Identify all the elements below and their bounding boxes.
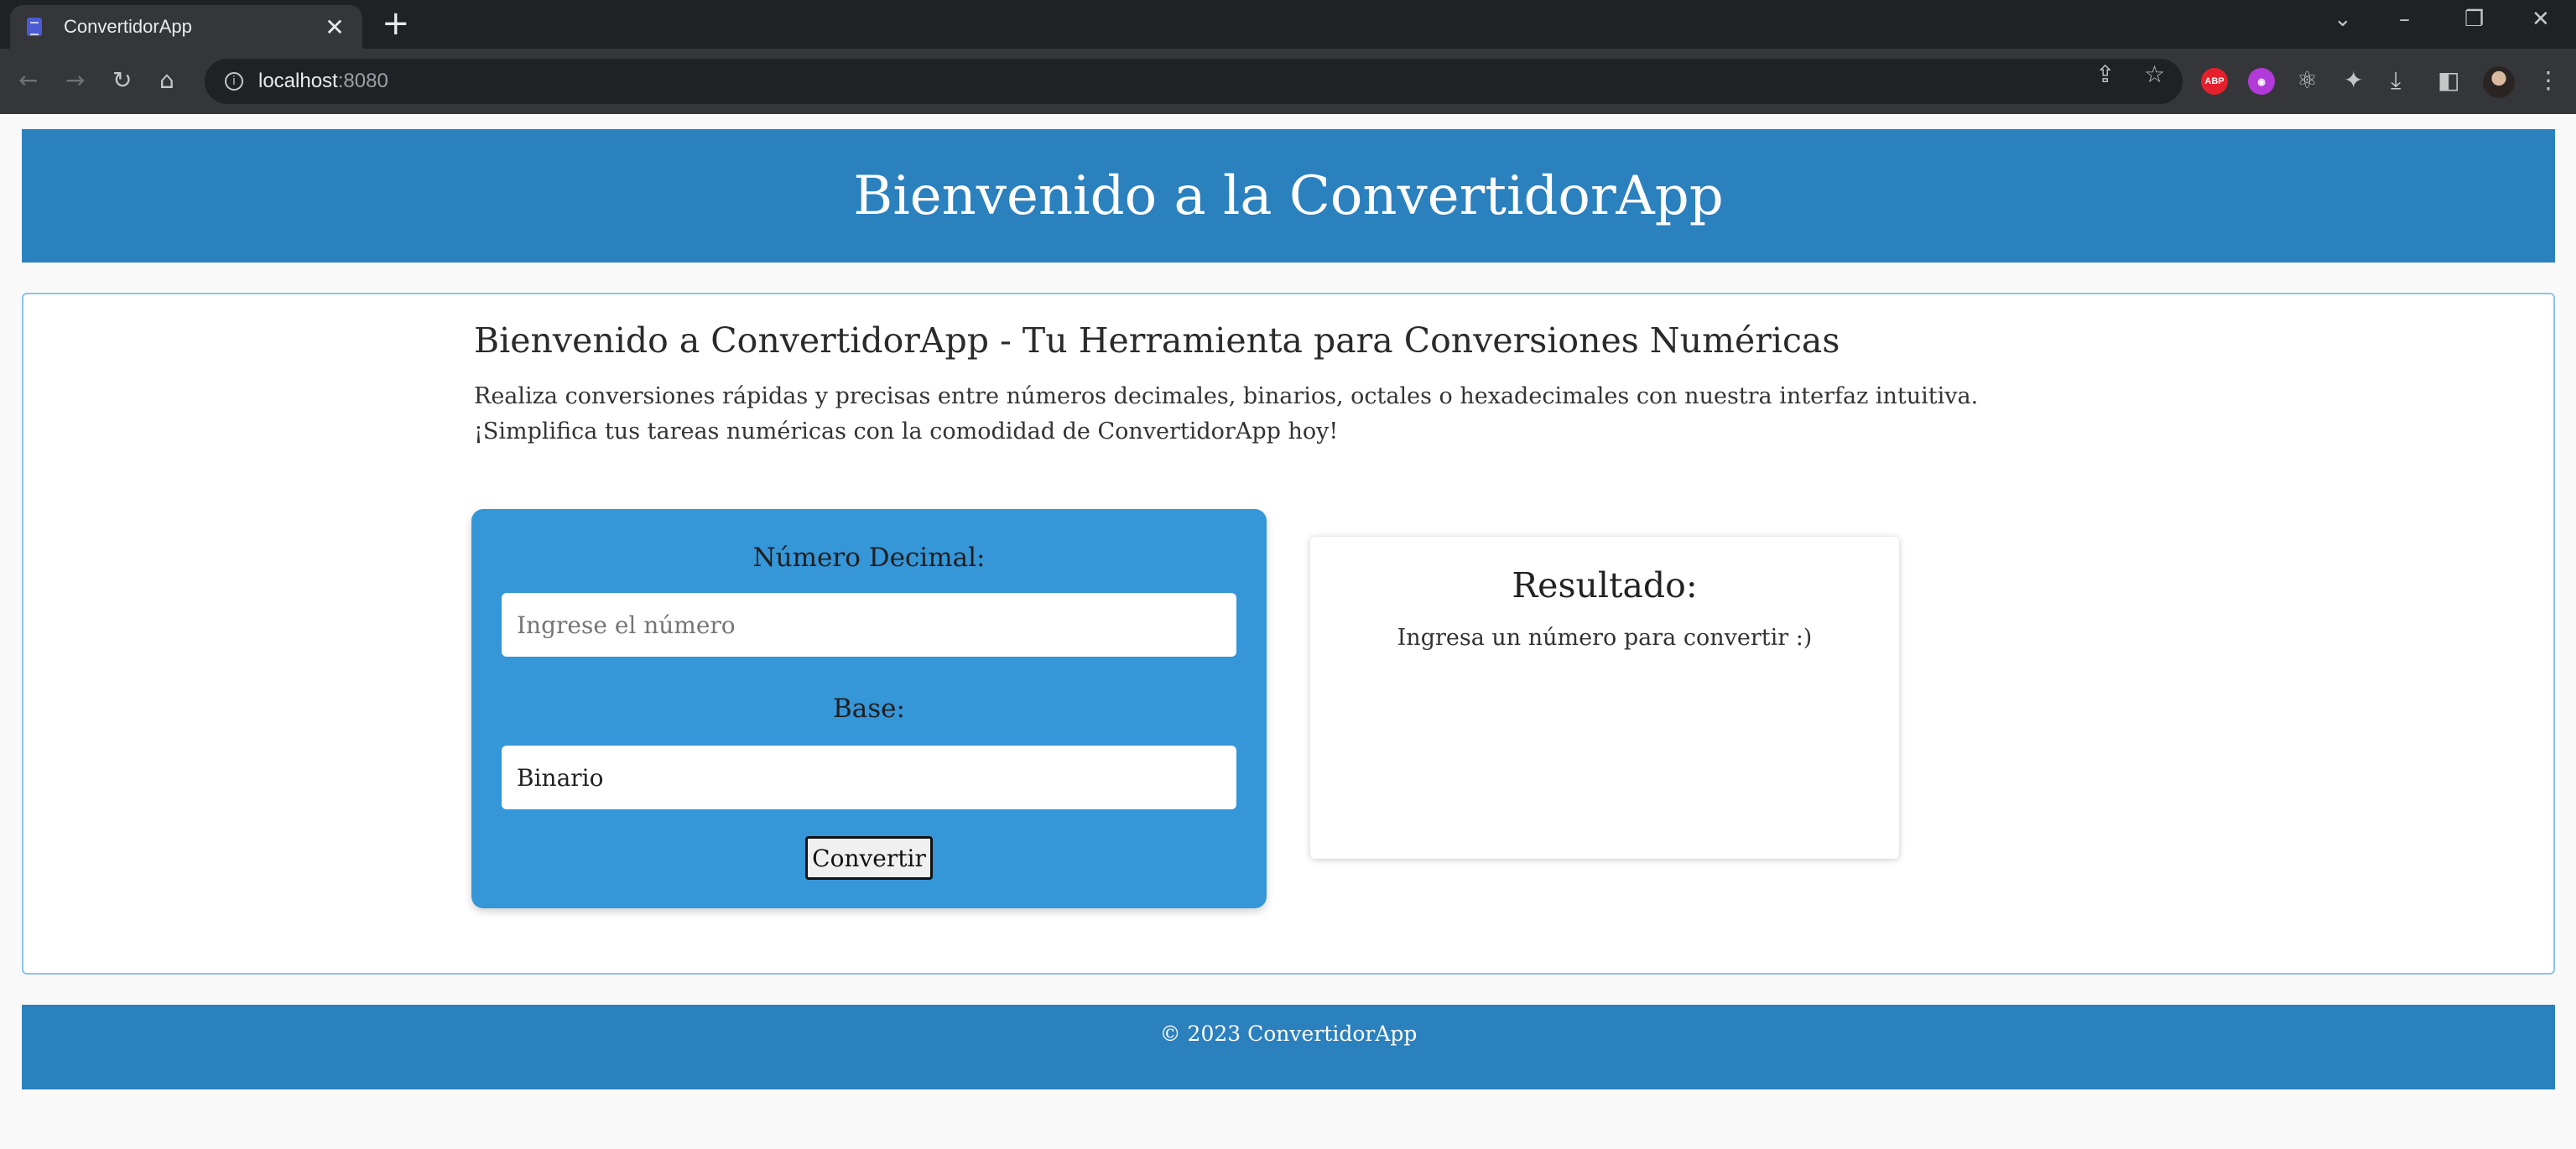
address-bar[interactable]: i localhost :8080 [205,59,2183,104]
result-message: Ingresa un número para convertir :) [1397,625,1813,651]
result-card: Resultado: Ingresa un número para conver… [1310,537,1899,859]
minimize-icon[interactable]: – [2399,7,2410,32]
site-header: Bienvenido a la ConvertidorApp [22,129,2555,263]
share-icon[interactable]: ⇪ [2095,60,2115,88]
react-devtools-icon[interactable]: ⚛ [2297,64,2318,97]
footer-copyright: © 2023 ConvertidorApp [1159,1022,1418,1046]
document-favicon-icon [27,18,42,36]
bookmark-star-icon[interactable]: ☆ [2144,60,2165,88]
browser-menu-icon[interactable]: ⋮ [2537,64,2560,97]
side-panel-icon[interactable]: ◧ [2438,64,2459,97]
url-host: localhost [258,70,338,92]
browser-tab-bar: ConvertidorApp ✕ + ⌄ – ❐ ✕ [0,0,2576,49]
tab-search-chevron-icon[interactable]: ⌄ [2334,7,2352,32]
extensions-puzzle-icon[interactable]: ✦ [2344,64,2363,97]
forward-icon[interactable]: → [65,64,85,97]
site-info-icon[interactable]: i [225,72,243,91]
profile-avatar[interactable] [2483,66,2515,98]
reload-icon[interactable]: ↻ [112,64,132,97]
base-selected-value: Binario [517,763,604,792]
intro-description: Realiza conversiones rápidas y precisas … [474,383,1979,445]
back-icon[interactable]: ← [18,64,38,97]
vpn-extension-icon[interactable]: ◉ [2248,68,2275,95]
browser-tab[interactable]: ConvertidorApp ✕ [10,5,362,49]
url-port: :8080 [337,70,388,92]
downloads-icon[interactable]: ⤓ [2391,64,2401,97]
home-icon[interactable]: ⌂ [159,64,174,97]
close-window-icon[interactable]: ✕ [2532,7,2550,32]
base-select[interactable]: Binario [502,746,1236,809]
number-label: Número Decimal: [752,543,986,573]
tab-close-icon[interactable]: ✕ [324,13,346,41]
tab-title: ConvertidorApp [64,16,192,37]
intro-title: Bienvenido a ConvertidorApp - Tu Herrami… [474,320,1840,361]
new-tab-icon[interactable]: + [382,7,410,40]
adblock-plus-icon[interactable]: ABP [2201,68,2228,95]
result-title: Resultado: [1512,565,1698,606]
browser-toolbar: ← → ↻ ⌂ i localhost :8080 ⇪ ☆ ABP ◉ ⚛ ✦ … [0,49,2576,114]
restore-icon[interactable]: ❐ [2464,7,2484,32]
conversion-form: Número Decimal: Base: Binario Convertir [471,509,1267,908]
convert-button[interactable]: Convertir [805,836,933,880]
site-footer: © 2023 ConvertidorApp [22,1005,2555,1089]
page-title: Bienvenido a la ConvertidorApp [853,164,1724,227]
decimal-number-input[interactable] [502,593,1236,657]
base-label: Base: [833,694,905,724]
